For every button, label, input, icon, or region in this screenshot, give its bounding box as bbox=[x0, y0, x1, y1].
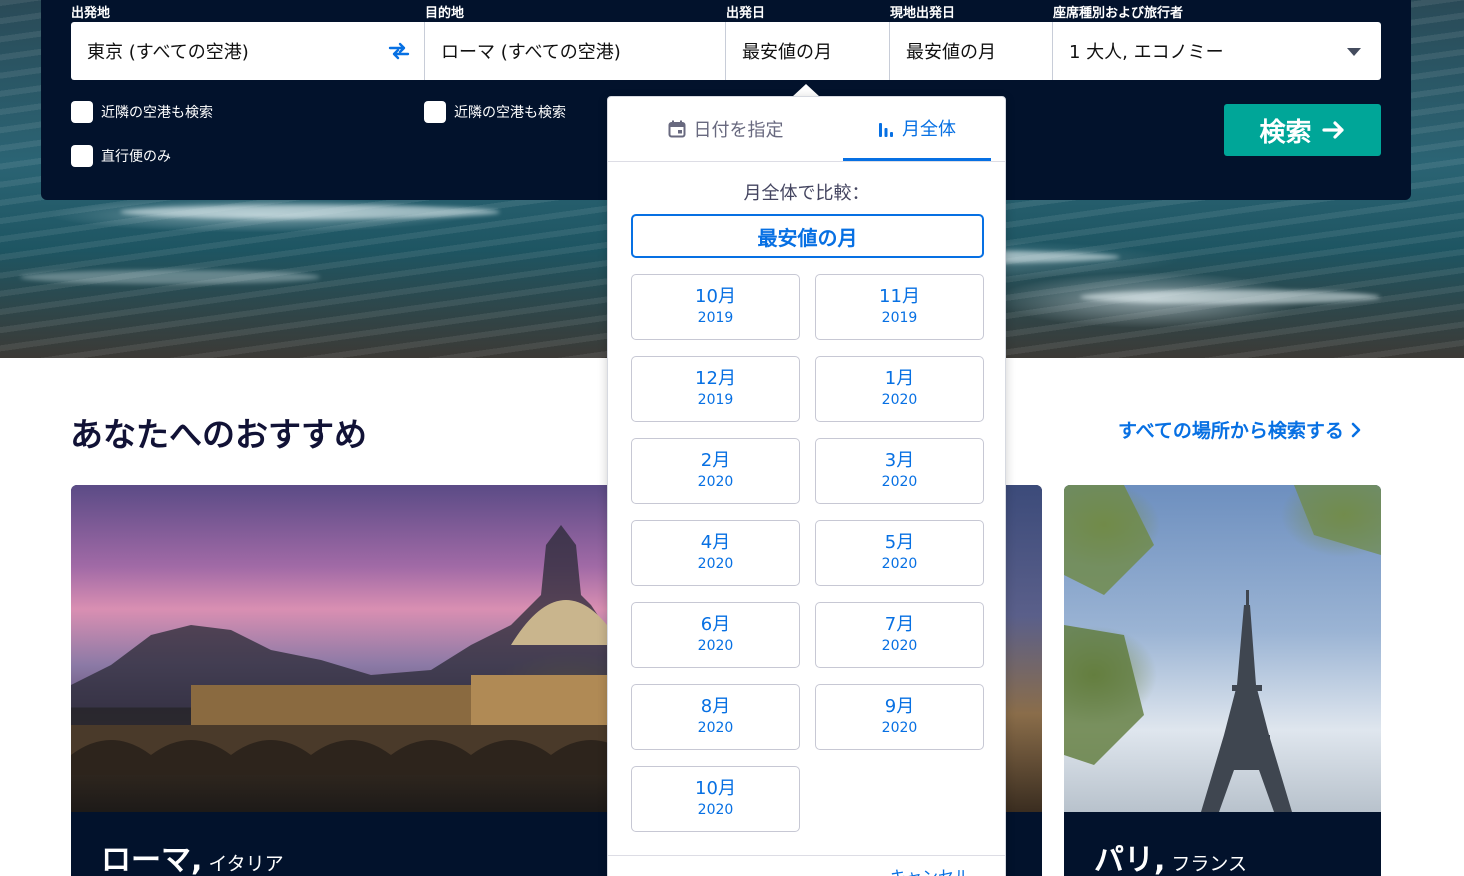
month-option-button[interactable]: 9月 2020 bbox=[815, 684, 984, 750]
checkbox-box[interactable] bbox=[71, 101, 93, 123]
month-option-button[interactable]: 2月 2020 bbox=[631, 438, 800, 504]
month-name: 10月 bbox=[695, 286, 736, 307]
card-photo bbox=[1000, 485, 1042, 812]
month-year: 2020 bbox=[881, 474, 918, 490]
rome-photo bbox=[71, 485, 691, 812]
month-option-button[interactable]: 12月 2019 bbox=[631, 356, 800, 422]
month-option-button[interactable]: 8月 2020 bbox=[631, 684, 800, 750]
cheapest-month-button[interactable]: 最安値の月 bbox=[631, 214, 984, 258]
destination-field[interactable]: ローマ (すべての空港) bbox=[425, 22, 726, 80]
checkbox-box[interactable] bbox=[424, 101, 446, 123]
month-year: 2020 bbox=[697, 556, 734, 572]
checkbox-box[interactable] bbox=[71, 145, 93, 167]
depart-date-field[interactable]: 最安値の月 bbox=[726, 22, 890, 80]
arrow-right-icon bbox=[1321, 121, 1344, 139]
chevron-down-icon bbox=[1347, 48, 1361, 56]
month-name: 5月 bbox=[884, 532, 915, 553]
search-button-label: 検索 bbox=[1259, 117, 1312, 148]
depart-date-label: 出発日 bbox=[726, 6, 766, 21]
search-button[interactable]: 検索 bbox=[1224, 104, 1381, 156]
month-name: 1月 bbox=[884, 368, 915, 389]
divider bbox=[608, 161, 1005, 162]
card-city: パリ, bbox=[1094, 843, 1166, 876]
cabin-travelers-label: 座席種別および旅行者 bbox=[1053, 6, 1184, 21]
chevron-right-icon bbox=[1351, 422, 1361, 437]
month-name: 7月 bbox=[884, 614, 915, 635]
month-year: 2020 bbox=[697, 474, 734, 490]
month-picker-dropdown: 日付を指定 月全体 月全体で比較： 最安値の月 10月 2019 11月 2019 12… bbox=[607, 96, 1006, 876]
month-year: 2020 bbox=[697, 638, 734, 654]
compare-month-label: 月全体で比較： bbox=[743, 183, 870, 204]
divider bbox=[608, 855, 1005, 856]
card-country: イタリア bbox=[208, 853, 284, 875]
depart-date-value: 最安値の月 bbox=[742, 42, 832, 63]
cabin-travelers-value: 1 大人, エコノミー bbox=[1069, 42, 1224, 63]
return-date-label: 現地出発日 bbox=[890, 6, 956, 21]
direct-only-checkbox[interactable]: 直行便のみ bbox=[71, 145, 171, 167]
card-country: フランス bbox=[1171, 853, 1248, 875]
recommendations-title: あなたへのおすすめ bbox=[70, 415, 367, 454]
calendar-icon bbox=[668, 120, 685, 138]
month-option-button[interactable]: 4月 2020 bbox=[631, 520, 800, 586]
bar-chart-icon bbox=[879, 122, 893, 137]
cancel-link[interactable]: キャンセル bbox=[890, 863, 970, 876]
month-year: 2020 bbox=[881, 638, 918, 654]
nearby-destination-label: 近隣の空港も検索 bbox=[454, 105, 566, 121]
month-year: 2019 bbox=[881, 310, 918, 326]
month-name: 4月 bbox=[700, 532, 731, 553]
tab-whole-month-label: 月全体 bbox=[902, 118, 956, 140]
cabin-travelers-field[interactable]: 1 大人, エコノミー bbox=[1053, 22, 1381, 80]
tab-whole-month[interactable]: 月全体 bbox=[843, 97, 991, 161]
month-name: 3月 bbox=[884, 450, 915, 471]
paris-caption: パリ, フランス bbox=[1094, 835, 1247, 876]
month-year: 2020 bbox=[881, 556, 918, 572]
month-option-button[interactable]: 10月 2020 bbox=[631, 766, 800, 832]
rome-skyline-illustration bbox=[71, 525, 691, 775]
destination-card-partial[interactable] bbox=[1000, 485, 1042, 876]
return-date-field[interactable]: 最安値の月 bbox=[890, 22, 1053, 80]
destination-card-paris[interactable]: パリ, フランス bbox=[1064, 485, 1381, 876]
month-year: 2020 bbox=[697, 720, 734, 736]
destination-label: 目的地 bbox=[425, 6, 465, 21]
destination-card-rome[interactable]: ローマ, イタリア bbox=[71, 485, 691, 876]
month-name: 8月 bbox=[700, 696, 731, 717]
month-year: 2019 bbox=[697, 392, 734, 408]
month-name: 2月 bbox=[700, 450, 731, 471]
search-all-places-link[interactable]: すべての場所から検索する bbox=[1118, 416, 1362, 443]
month-option-button[interactable]: 5月 2020 bbox=[815, 520, 984, 586]
month-option-button[interactable]: 7月 2020 bbox=[815, 602, 984, 668]
paris-photo bbox=[1064, 485, 1381, 812]
month-name: 6月 bbox=[700, 614, 731, 635]
swap-arrows-icon[interactable] bbox=[388, 42, 410, 60]
month-name: 12月 bbox=[695, 368, 736, 389]
eiffel-tower-illustration bbox=[1064, 485, 1381, 812]
origin-field[interactable]: 東京 (すべての空港) bbox=[71, 22, 425, 80]
month-option-button[interactable]: 10月 2019 bbox=[631, 274, 800, 340]
destination-value: ローマ (すべての空港) bbox=[441, 42, 621, 63]
return-date-value: 最安値の月 bbox=[906, 42, 996, 63]
nearby-destination-checkbox[interactable]: 近隣の空港も検索 bbox=[424, 101, 566, 123]
origin-label: 出発地 bbox=[71, 6, 111, 21]
month-option-button[interactable]: 6月 2020 bbox=[631, 602, 800, 668]
month-name: 10月 bbox=[695, 778, 736, 799]
tab-specific-dates-label: 日付を指定 bbox=[693, 120, 784, 141]
origin-value: 東京 (すべての空港) bbox=[87, 42, 249, 63]
search-all-places-label: すべての場所から検索する bbox=[1118, 420, 1344, 442]
nearby-origin-checkbox[interactable]: 近隣の空港も検索 bbox=[71, 101, 213, 123]
month-year: 2019 bbox=[697, 310, 734, 326]
month-option-button[interactable]: 3月 2020 bbox=[815, 438, 984, 504]
tab-specific-dates[interactable]: 日付を指定 bbox=[608, 97, 843, 161]
direct-only-label: 直行便のみ bbox=[101, 149, 171, 165]
month-option-button[interactable]: 1月 2020 bbox=[815, 356, 984, 422]
month-option-button[interactable]: 11月 2019 bbox=[815, 274, 984, 340]
month-year: 2020 bbox=[881, 720, 918, 736]
month-year: 2020 bbox=[881, 392, 918, 408]
rome-caption: ローマ, イタリア bbox=[101, 835, 284, 876]
card-city: ローマ, bbox=[101, 843, 203, 876]
month-name: 11月 bbox=[879, 286, 920, 307]
month-year: 2020 bbox=[697, 802, 734, 818]
nearby-origin-label: 近隣の空港も検索 bbox=[101, 105, 213, 121]
month-name: 9月 bbox=[884, 696, 915, 717]
